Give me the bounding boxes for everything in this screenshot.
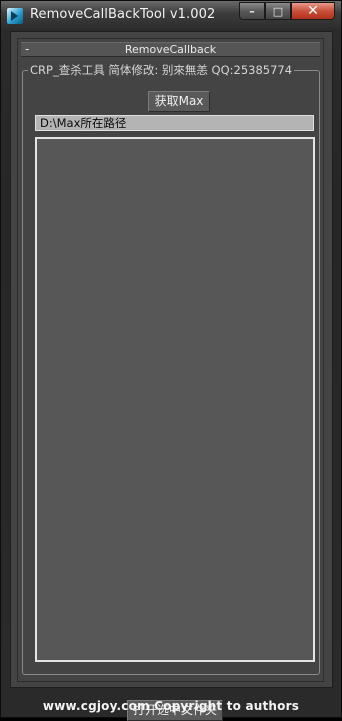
- get-max-button[interactable]: 获取Max: [148, 91, 210, 112]
- tool-groupbox: CRP_查杀工具 简体修改: 别來無恙 QQ:25385774 获取Max D:…: [22, 63, 320, 721]
- app-window: RemoveCallBackTool v1.002 – □ ✕ - Remove…: [0, 0, 342, 721]
- window-title: RemoveCallBackTool v1.002: [30, 7, 216, 22]
- caption-buttons: – □ ✕: [239, 2, 335, 21]
- rollout-panel: - RemoveCallback CRP_查杀工具 简体修改: 别來無恙 QQ:…: [17, 38, 324, 721]
- app-logo-icon: [7, 8, 23, 24]
- title-bar[interactable]: RemoveCallBackTool v1.002 – □ ✕: [1, 1, 341, 31]
- rollout-header[interactable]: - RemoveCallback: [21, 42, 320, 57]
- groupbox-label: CRP_查杀工具 简体修改: 别來無恙 QQ:25385774: [28, 63, 295, 78]
- client-area: - RemoveCallback CRP_查杀工具 简体修改: 别來無恙 QQ:…: [10, 31, 333, 721]
- maximize-button[interactable]: □: [265, 2, 291, 20]
- minimize-button[interactable]: –: [239, 2, 265, 20]
- footer-credit: www.cgjoy.com Copyright to authors: [42, 699, 300, 713]
- max-path-field[interactable]: D:\Max所在路径: [35, 115, 314, 131]
- file-listbox[interactable]: [35, 137, 315, 662]
- close-button[interactable]: ✕: [291, 2, 335, 20]
- rollout-title: RemoveCallback: [124, 43, 217, 56]
